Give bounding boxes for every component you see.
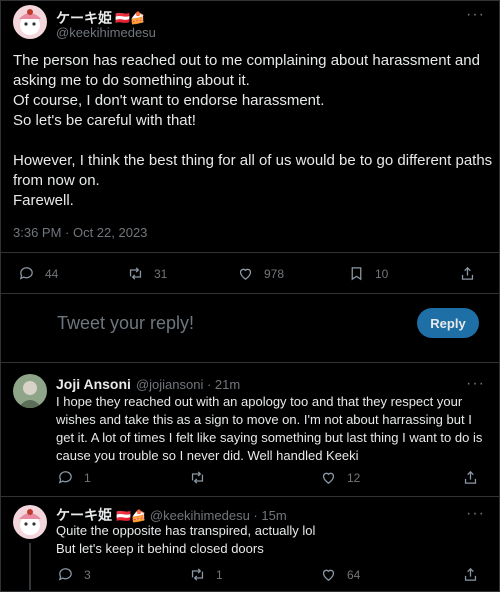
reply-line: cause you trouble so I never did. Well h… [56, 448, 359, 463]
retweet-count: 1 [216, 567, 223, 582]
tweet-line: from now on. [13, 172, 100, 189]
like-count: 978 [264, 266, 285, 281]
reply-author-handle[interactable]: @keekihimedesu · 15m [150, 508, 287, 523]
retweet-icon [191, 471, 204, 484]
divider [0, 362, 500, 363]
reply-line: I hope they reached out with an apology … [56, 394, 463, 409]
like-icon [322, 472, 335, 484]
tweet-line: Farewell. [13, 192, 74, 209]
share-action[interactable] [462, 566, 479, 583]
retweet-action[interactable]: 31 [127, 265, 167, 282]
like-count: 12 [347, 470, 361, 485]
reply-count: 44 [45, 266, 59, 281]
avatar-cake-princess-image [13, 5, 47, 39]
reply-text: I hope they reached out with an apology … [56, 393, 491, 465]
tweet-text: The person has reached out to me complai… [13, 51, 493, 211]
reply-input[interactable]: Tweet your reply! [57, 313, 194, 334]
avatar-cake-princess-image [13, 505, 47, 539]
reply-action[interactable]: 3 [57, 566, 91, 583]
share-icon [461, 266, 474, 280]
like-action[interactable]: 978 [237, 265, 284, 282]
like-count: 64 [347, 567, 361, 582]
reply-line: wishes and take this as a sign to move o… [56, 412, 472, 427]
tweet-timestamp[interactable]: 3:36 PM · Oct 22, 2023 [13, 225, 147, 240]
reply-line: get it. A lot of times I felt like sayin… [56, 430, 483, 445]
tweet-line: The person has reached out to me complai… [13, 52, 480, 69]
reply-action[interactable]: 1 [57, 469, 91, 486]
reply-author-handle[interactable]: @jojiansoni · 21m [136, 377, 240, 392]
author-handle[interactable]: @keekihimedesu [56, 25, 156, 40]
reply-button[interactable]: Reply [417, 308, 479, 338]
bookmark-count: 10 [375, 266, 389, 281]
reply-icon [58, 568, 72, 581]
reply-count: 1 [84, 470, 91, 485]
reply-author-name[interactable]: Joji Ansoni [56, 376, 131, 392]
reply-avatar[interactable] [13, 374, 47, 408]
more-icon[interactable]: ··· [466, 7, 485, 23]
retweet-count: 31 [154, 266, 168, 281]
more-icon[interactable]: ··· [466, 506, 485, 522]
retweet-icon [129, 267, 142, 280]
bookmark-action[interactable]: 10 [348, 265, 388, 282]
reply-count: 3 [84, 567, 91, 582]
author-avatar[interactable] [13, 5, 47, 39]
more-icon[interactable]: ··· [466, 376, 485, 392]
tweet-line: asking me to do something about it. [13, 72, 250, 89]
thread-connector [29, 543, 31, 590]
reply-text: Quite the opposite has transpired, actua… [56, 522, 491, 558]
author-badges: 🇦🇹🍰 [115, 11, 145, 25]
retweet-action[interactable] [189, 469, 206, 486]
reply-header: Joji Ansoni @jojiansoni · 21m [56, 376, 240, 392]
like-icon [322, 569, 335, 581]
share-action[interactable] [462, 469, 479, 486]
divider [0, 252, 500, 253]
divider [0, 496, 500, 497]
retweet-icon [191, 568, 204, 581]
reply-action[interactable]: 44 [18, 265, 58, 282]
like-action[interactable]: 12 [320, 469, 360, 486]
share-icon [464, 470, 477, 484]
reply-author-badges: 🇦🇹🍰 [116, 509, 146, 523]
tweet-line: So let's be careful with that! [13, 112, 196, 129]
like-action[interactable]: 64 [320, 566, 360, 583]
reply-line: But let's keep it behind closed doors [56, 541, 264, 556]
tweet-line: However, I think the best thing for all … [13, 152, 493, 169]
reply-icon [58, 471, 72, 484]
reply-icon [19, 267, 33, 280]
like-icon [239, 268, 252, 280]
share-icon [464, 567, 477, 581]
share-action[interactable] [459, 265, 476, 282]
avatar-image [13, 374, 47, 408]
tweet-line: Of course, I don't want to endorse haras… [13, 92, 325, 109]
reply-avatar[interactable] [13, 505, 47, 539]
divider [0, 293, 500, 294]
bookmark-icon [351, 267, 362, 281]
reply-line: Quite the opposite has transpired, actua… [56, 523, 316, 538]
retweet-action[interactable]: 1 [189, 566, 223, 583]
